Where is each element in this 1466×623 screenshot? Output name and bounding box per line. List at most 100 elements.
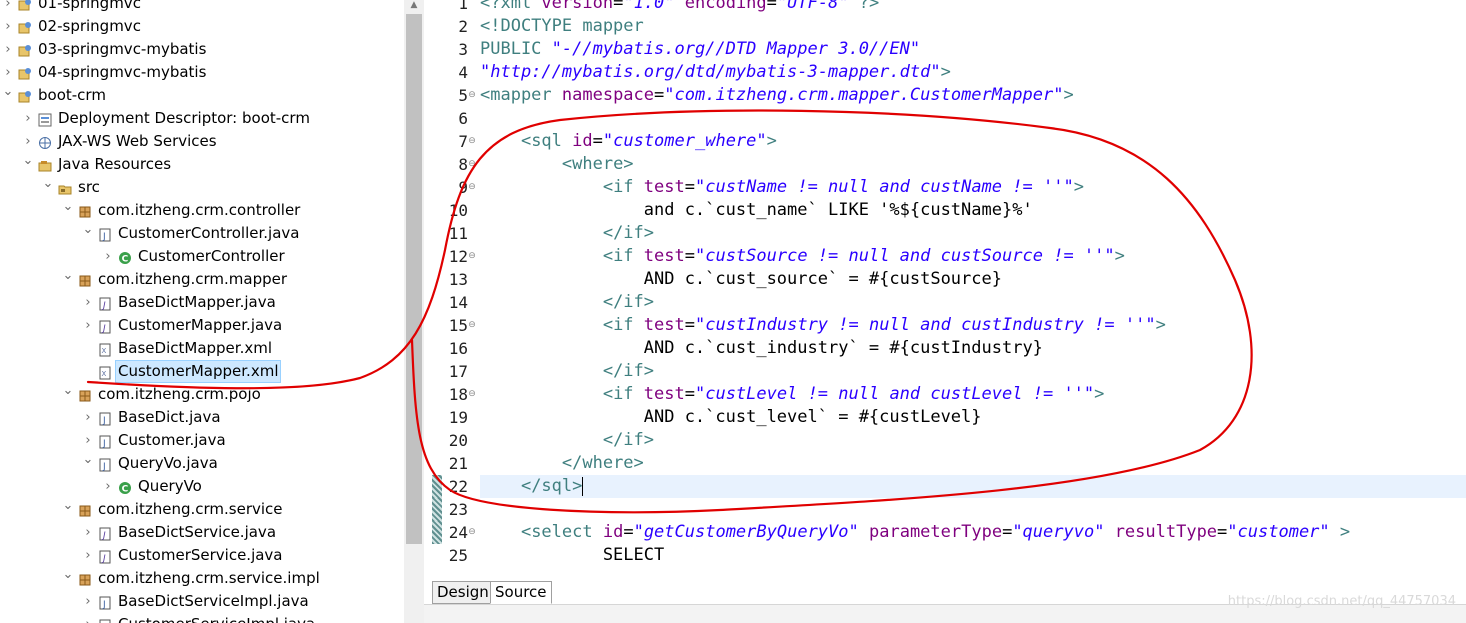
code-token: version: [541, 0, 614, 13]
tree-item[interactable]: › J BaseDictMapper.java: [0, 291, 404, 314]
tree-item[interactable]: ⌄ J QueryVo.java: [0, 452, 404, 475]
code-token: </sql>: [520, 476, 583, 496]
tree-item[interactable]: ⌄ com.itzheng.crm.mapper: [0, 268, 404, 291]
xml-editor[interactable]: 1 <?xml version="1.0" encoding="UTF-8" ?>…: [424, 0, 1466, 623]
chevron-right-icon[interactable]: ›: [82, 291, 94, 314]
fold-toggle-icon[interactable]: ⊖: [468, 245, 476, 268]
tree-item[interactable]: X BaseDictMapper.xml: [0, 337, 404, 360]
code-line[interactable]: <if test="custName != null and custName …: [480, 176, 1084, 199]
code-line[interactable]: </if>: [480, 291, 654, 314]
fold-toggle-icon[interactable]: ⊖: [468, 176, 476, 199]
tree-item[interactable]: › J Customer.java: [0, 429, 404, 452]
code-line[interactable]: <if test="custSource != null and custSou…: [480, 245, 1125, 268]
chevron-right-icon[interactable]: ›: [82, 521, 94, 544]
chevron-down-icon[interactable]: ⌄: [22, 149, 34, 172]
chevron-down-icon[interactable]: ⌄: [42, 172, 54, 195]
class-icon: C: [118, 479, 132, 495]
code-line[interactable]: "http://mybatis.org/dtd/mybatis-3-mapper…: [480, 61, 951, 84]
tree-item[interactable]: ⌄ Java Resources: [0, 153, 404, 176]
chevron-down-icon[interactable]: ⌄: [62, 379, 74, 402]
tree-item[interactable]: › 02-springmvc: [0, 15, 404, 38]
scroll-up-arrow-icon[interactable]: ▲: [404, 0, 424, 14]
chevron-right-icon[interactable]: ›: [22, 107, 34, 130]
tree-item[interactable]: › 03-springmvc-mybatis: [0, 38, 404, 61]
code-line[interactable]: </if>: [480, 429, 654, 452]
chevron-right-icon[interactable]: ›: [102, 475, 114, 498]
tree-item[interactable]: ⌄ src: [0, 176, 404, 199]
code-line[interactable]: <select id="getCustomerByQueryVo" parame…: [480, 521, 1350, 544]
code-line[interactable]: <sql id="customer_where">: [480, 130, 777, 153]
chevron-down-icon[interactable]: ⌄: [62, 494, 74, 517]
tree-item[interactable]: › Deployment Descriptor: boot-crm: [0, 107, 404, 130]
code-line[interactable]: AND c.`cust_source` = #{custSource}: [480, 268, 1002, 291]
code-line[interactable]: </if>: [480, 222, 654, 245]
chevron-right-icon[interactable]: ›: [82, 544, 94, 567]
code-line[interactable]: PUBLIC "-//mybatis.org//DTD Mapper 3.0//…: [480, 38, 920, 61]
tree-item[interactable]: ⌄ J CustomerController.java: [0, 222, 404, 245]
fold-toggle-icon[interactable]: ⊖: [468, 383, 476, 406]
code-line[interactable]: </where>: [480, 452, 644, 475]
tree-item[interactable]: X CustomerMapper.xml: [0, 360, 404, 383]
tree-item[interactable]: ⌄ com.itzheng.crm.pojo: [0, 383, 404, 406]
svg-text:X: X: [102, 370, 107, 378]
fold-toggle-icon[interactable]: ⊖: [468, 130, 476, 153]
tree-item[interactable]: › J CustomerServiceImpl.java: [0, 613, 404, 623]
tree-item[interactable]: › J CustomerService.java: [0, 544, 404, 567]
annotation-ruler: [432, 0, 442, 578]
tree-item[interactable]: › J BaseDictServiceImpl.java: [0, 590, 404, 613]
chevron-right-icon[interactable]: ›: [82, 314, 94, 337]
explorer-scrollbar[interactable]: ▲: [404, 0, 424, 623]
chevron-right-icon[interactable]: ›: [2, 15, 14, 38]
tab-design[interactable]: Design: [432, 581, 494, 604]
tree-item[interactable]: › 01-springmvc: [0, 0, 404, 15]
line-number: 1: [458, 0, 468, 13]
tree-item[interactable]: ⌄ com.itzheng.crm.controller: [0, 199, 404, 222]
chevron-right-icon[interactable]: ›: [82, 613, 94, 623]
tree-item[interactable]: › J CustomerMapper.java: [0, 314, 404, 337]
code-line[interactable]: SELECT: [480, 544, 664, 567]
code-line[interactable]: <!DOCTYPE mapper: [480, 15, 644, 38]
chevron-right-icon[interactable]: ›: [82, 406, 94, 429]
text-cursor: [582, 476, 584, 496]
line-number: 9: [458, 178, 468, 197]
tree-item[interactable]: › J BaseDict.java: [0, 406, 404, 429]
java-interface-file-icon: J: [98, 525, 112, 541]
chevron-right-icon[interactable]: ›: [2, 0, 14, 15]
chevron-down-icon[interactable]: ⌄: [82, 218, 94, 241]
tree-item[interactable]: › J BaseDictService.java: [0, 521, 404, 544]
chevron-down-icon[interactable]: ⌄: [62, 195, 74, 218]
code-line[interactable]: <where>: [480, 153, 634, 176]
code-line[interactable]: </sql>: [480, 475, 584, 498]
chevron-down-icon[interactable]: ⌄: [82, 448, 94, 471]
package-icon: [78, 502, 92, 517]
fold-toggle-icon[interactable]: ⊖: [468, 84, 476, 107]
code-line[interactable]: and c.`cust_name` LIKE '%${custName}%': [480, 199, 1033, 222]
chevron-right-icon[interactable]: ›: [2, 38, 14, 61]
chevron-right-icon[interactable]: ›: [102, 245, 114, 268]
fold-toggle-icon[interactable]: ⊖: [468, 153, 476, 176]
tree-item[interactable]: ⌄ com.itzheng.crm.service: [0, 498, 404, 521]
tab-source[interactable]: Source: [490, 581, 552, 604]
tree-item[interactable]: › 04-springmvc-mybatis: [0, 61, 404, 84]
fold-toggle-icon[interactable]: ⊖: [468, 521, 476, 544]
code-line[interactable]: </if>: [480, 360, 654, 383]
tree-item[interactable]: › JAX-WS Web Services: [0, 130, 404, 153]
code-line[interactable]: <mapper namespace="com.itzheng.crm.mappe…: [480, 84, 1074, 107]
fold-toggle-icon[interactable]: ⊖: [468, 314, 476, 337]
tree-item-label: src: [78, 178, 100, 196]
tree-item[interactable]: ⌄ com.itzheng.crm.service.impl: [0, 567, 404, 590]
code-line[interactable]: AND c.`cust_industry` = #{custIndustry}: [480, 337, 1043, 360]
chevron-down-icon[interactable]: ⌄: [62, 563, 74, 586]
tree-item[interactable]: › C CustomerController: [0, 245, 404, 268]
chevron-down-icon[interactable]: ⌄: [2, 80, 14, 103]
code-line[interactable]: <if test="custIndustry != null and custI…: [480, 314, 1166, 337]
code-line[interactable]: <if test="custLevel != null and custLeve…: [480, 383, 1105, 406]
tree-item[interactable]: › C QueryVo: [0, 475, 404, 498]
code-line[interactable]: <?xml version="1.0" encoding="UTF-8" ?>: [480, 0, 879, 15]
tree-item[interactable]: ⌄ boot-crm: [0, 84, 404, 107]
chevron-down-icon[interactable]: ⌄: [62, 264, 74, 287]
code-line[interactable]: AND c.`cust_level` = #{custLevel}: [480, 406, 982, 429]
chevron-right-icon[interactable]: ›: [82, 590, 94, 613]
explorer-scrollbar-thumb[interactable]: [406, 14, 422, 544]
